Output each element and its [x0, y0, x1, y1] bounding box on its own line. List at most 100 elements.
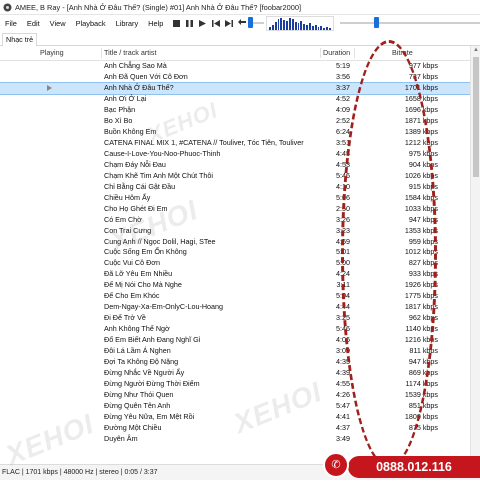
track-bitrate: 827 kbps [408, 258, 438, 268]
playlist-row[interactable]: Đường Một Chiều 4:37 875 kbps [0, 423, 470, 434]
menu-library[interactable]: Library [111, 19, 144, 28]
play-button[interactable] [196, 17, 209, 30]
track-title: Anh Ơi Ở Lại [104, 93, 147, 103]
spectrum-bar [317, 27, 320, 30]
menu-edit[interactable]: Edit [22, 19, 45, 28]
volume-thumb[interactable] [373, 17, 379, 28]
track-title: Cuộc Sống Em Ổn Không [104, 247, 187, 257]
track-duration: 4:44 [336, 302, 350, 312]
track-bitrate: 933 kbps [408, 269, 438, 279]
column-playing[interactable]: Playing [40, 46, 64, 60]
volume-bar[interactable] [340, 22, 480, 24]
playlist-row[interactable]: Đừng Nhắc Về Người Ấy 4:39 869 kbps [0, 368, 470, 379]
playing-indicator [44, 83, 64, 94]
next-button[interactable] [222, 17, 235, 30]
playlist-row[interactable]: Bo Xì Bo 2:52 1871 kbps [0, 116, 470, 127]
playlist-row[interactable]: Đã Lỡ Yêu Em Nhiều 4:24 933 kbps [0, 269, 470, 280]
track-title: Đừng Người Đừng Thời Điểm [104, 379, 200, 389]
track-duration: 6:24 [336, 126, 350, 136]
playlist-row[interactable]: Đôi Lá Lầm Á Nghen 3:09 811 kbps [0, 346, 470, 357]
spectrum-bar [294, 22, 297, 30]
track-duration: 5:01 [336, 247, 350, 257]
pause-button[interactable] [183, 17, 196, 30]
random-button[interactable] [235, 17, 248, 30]
playlist-row[interactable]: Anh Không Thể Ngờ 5:46 1140 kbps [0, 324, 470, 335]
playlist-row[interactable]: Cung Anh // Ngọc Dolil, Hagi, STee 4:59 95… [0, 237, 470, 248]
playlist-row[interactable]: Cho Họ Ghét Đi Em 2:50 1033 kbps [0, 204, 470, 215]
playlist-row[interactable]: Đừng Người Đừng Thời Điểm 4:55 1174 kbps [0, 379, 470, 390]
playlist-row[interactable]: Cuộc Sống Em Ổn Không 5:01 1012 kbps [0, 247, 470, 258]
menu-playback[interactable]: Playback [71, 19, 111, 28]
scroll-up-arrow-icon[interactable]: ▲ [471, 46, 480, 55]
track-title: Đã Lỡ Yêu Em Nhiều [104, 269, 173, 279]
scrollbar-thumb[interactable] [473, 57, 479, 177]
column-divider[interactable] [101, 48, 102, 58]
previous-button[interactable] [209, 17, 222, 30]
playlist-tab-bar: Nhạc trẻ [0, 33, 480, 46]
playlist-row[interactable]: Đừng Quên Tên Anh 5:47 851 kbps [0, 401, 470, 412]
playlist-row[interactable]: Đổ Em Biết Anh Đang Nghĩ Gì 4:06 1216 kbps [0, 335, 470, 346]
track-bitrate: 1658 kbps [404, 93, 438, 103]
track-duration: 4:37 [336, 422, 350, 432]
track-duration: 3:23 [336, 225, 350, 235]
spectrum-bar [309, 23, 311, 30]
playlist-row[interactable]: Đi Để Trở Về 3:25 962 kbps [0, 313, 470, 324]
track-title: Đừng Yêu Nữa, Em Mệt Rồi [104, 412, 195, 421]
playlist-row[interactable]: Đừng Yêu Nữa, Em Mệt Rồi 4:41 1800 kbps [0, 412, 470, 423]
playlist-row[interactable]: CATENA FINAL MIX 1, #CATENA // Touliver,… [0, 138, 470, 149]
foobar-app-icon [3, 3, 12, 12]
window-title: AMEE, B Ray - [Anh Nhà Ở Đâu Thế? (Singl… [15, 2, 302, 12]
playlist-row[interactable]: Đừng Như Thói Quen 4:26 1539 kbps [0, 390, 470, 401]
playlist-row[interactable]: Để Cho Em Khóc 5:04 1775 kbps [0, 291, 470, 302]
track-bitrate: 1539 kbps [404, 390, 438, 400]
menu-help[interactable]: Help [143, 19, 168, 28]
playlist-row[interactable]: Cuộc Vui Cô Đơn 5:00 827 kbps [0, 258, 470, 269]
playlist-row[interactable]: Duyên Âm 3:49 [0, 434, 470, 445]
playlist-row[interactable]: Anh Chẳng Sao Mà 5:19 977 kbps [0, 61, 470, 72]
playlist-row[interactable]: Để Mị Nói Cho Mà Nghe 3:11 1926 kbps [0, 280, 470, 291]
playlist-row[interactable]: Buồn Không Em 6:24 1389 kbps [0, 127, 470, 138]
track-title: Bạc Phận [104, 104, 136, 114]
title-bar: AMEE, B Ray - [Anh Nhà Ở Đâu Thế? (Singl… [0, 0, 480, 15]
track-duration: 4:09 [336, 104, 350, 114]
track-duration: 4:39 [336, 368, 350, 378]
playlist-row-playing[interactable]: Anh Nhà Ở Đâu Thế? 3:37 1701 kbps [0, 81, 470, 95]
playlist-row[interactable]: Bạc Phận 4:09 1696 kbps [0, 105, 470, 116]
playlist-row[interactable]: Dem-Ngay-Xa-Em-OnlyC-Lou-Hoang 4:44 1817 k… [0, 302, 470, 313]
menu-view[interactable]: View [45, 19, 71, 28]
track-title: Chạm Đáy Nỗi Đau [104, 159, 166, 169]
playlist-header: Playing Title / track artist Duration Bi… [0, 46, 470, 61]
track-duration: 3:37 [336, 82, 350, 92]
spectrum-bar [283, 20, 286, 30]
playlist-row[interactable]: Con Trai Cưng 3:23 1353 kbps [0, 226, 470, 237]
seek-bar-thumb[interactable] [248, 17, 254, 28]
column-divider[interactable] [320, 48, 321, 58]
track-bitrate: 1389 kbps [404, 126, 438, 136]
track-bitrate: 851 kbps [408, 401, 438, 411]
column-duration[interactable]: Duration [323, 46, 350, 60]
track-title: Đi Để Trở Về [104, 313, 146, 323]
column-title[interactable]: Title / track artist [104, 46, 156, 60]
playlist-tab[interactable]: Nhạc trẻ [2, 33, 38, 46]
spectrum-bar [314, 25, 317, 30]
playlist-row[interactable]: Chỉ Bằng Cái Gật Đầu 4:10 915 kbps [0, 182, 470, 193]
playlist-row[interactable]: Có Em Chờ 3:26 947 kbps [0, 215, 470, 226]
playlist-row[interactable]: Chạm Đáy Nỗi Đau 4:53 904 kbps [0, 160, 470, 171]
playlist-row[interactable]: Anh Ơi Ở Lại 4:52 1658 kbps [0, 94, 470, 105]
vertical-scrollbar[interactable]: ▲ ▼ [470, 46, 480, 464]
track-bitrate: 1817 kbps [404, 302, 438, 312]
playlist-row[interactable]: Chiều Hôm Ấy 5:06 1584 kbps [0, 193, 470, 204]
playlist-row[interactable]: Anh Đã Quen Với Cô Đơn 3:56 737 kbps [0, 72, 470, 83]
playlist-row[interactable]: Chạm Khẽ Tim Anh Một Chút Thôi 5:46 1026 k… [0, 171, 470, 182]
track-title: Đừng Nhắc Về Người Ấy [104, 368, 185, 378]
track-bitrate: 1033 kbps [404, 203, 438, 213]
spectrum-bar [269, 27, 271, 30]
playlist-row[interactable]: Đợi Ta Không Độ Nặng 4:35 947 kbps [0, 357, 470, 368]
column-bitrate[interactable]: Bitrate [392, 46, 413, 60]
menu-file[interactable]: File [0, 19, 22, 28]
stop-button[interactable] [170, 17, 183, 30]
track-bitrate: 1353 kbps [404, 225, 438, 235]
column-divider[interactable] [354, 48, 355, 58]
track-duration: 3:11 [336, 280, 350, 290]
playlist-row[interactable]: Cause-I-Love-You-Noo-Phuoc-Thinh 4:45 975 … [0, 149, 470, 160]
